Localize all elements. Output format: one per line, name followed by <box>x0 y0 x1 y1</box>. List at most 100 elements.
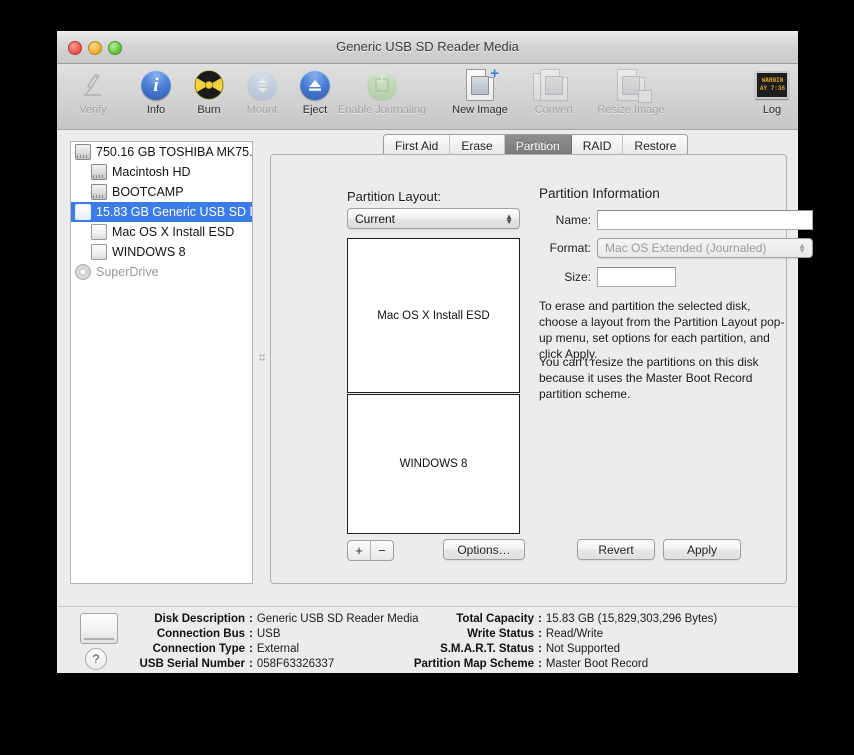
chevron-updown-icon: ▲ ▼ <box>505 211 513 226</box>
window-titlebar: Generic USB SD Reader Media <box>57 31 798 64</box>
tab-restore[interactable]: Restore <box>623 135 688 156</box>
disk-info-column-right: Total Capacity : 15.83 GB (15,829,303,29… <box>403 611 717 671</box>
partition-layout-selected-value: Current <box>355 211 396 226</box>
partition-map-block-label: Mac OS X Install ESD <box>377 309 490 322</box>
help-button[interactable]: ? <box>85 648 107 670</box>
partition-map-block-1[interactable]: Mac OS X Install ESD <box>347 238 520 393</box>
apply-button[interactable]: Apply <box>663 539 741 560</box>
format-field-label: Format: <box>549 241 591 255</box>
info-key: S.M.A.R.T. Status <box>440 642 534 655</box>
info-row: Connection Type : External <box>117 641 419 656</box>
partition-pane: Partition Layout: Current ▲ ▼ Mac OS X In… <box>270 154 813 584</box>
toolbar-button-enable-journaling[interactable]: Enable Journaling <box>322 68 442 116</box>
sidebar-item-generic-usb-sd-reader[interactable]: 15.83 GB Generic USB SD R <box>71 202 252 222</box>
info-row: S.M.A.R.T. Status : Not Supported <box>403 641 717 656</box>
tab-erase[interactable]: Erase <box>450 135 505 156</box>
disk-list-sidebar[interactable]: 750.16 GB TOSHIBA MK75.. Macintosh HD BO… <box>70 141 253 584</box>
sidebar-item-label: Macintosh HD <box>112 165 191 179</box>
toolbar-label-convert: Convert <box>534 104 574 116</box>
format-selected-value: Mac OS Extended (Journaled) <box>605 241 767 255</box>
info-key: Total Capacity <box>456 612 534 625</box>
size-input[interactable] <box>597 267 676 287</box>
optical-disc-icon <box>75 264 91 280</box>
toolbar-button-verify[interactable]: Verify <box>61 68 125 116</box>
size-field-label: Size: <box>564 270 591 284</box>
info-colon: : <box>249 627 253 640</box>
toolbar-label-log: Log <box>762 104 782 116</box>
volume-icon <box>75 204 91 220</box>
name-input[interactable] <box>597 210 813 230</box>
splitter-grip-icon[interactable] <box>259 354 265 361</box>
sidebar-item-label: Mac OS X Install ESD <box>112 225 235 239</box>
tab-raid[interactable]: RAID <box>571 135 624 156</box>
partition-information-title: Partition Information <box>539 186 660 201</box>
toolbar-button-resize-image[interactable]: Resize Image <box>581 68 681 116</box>
info-row: Connection Bus : USB <box>117 626 419 641</box>
log-icon-line-2: AY 7:36 <box>759 85 786 92</box>
toolbar: Verify i Info Burn Mount Eject Enable Jo… <box>57 64 798 130</box>
info-row: Disk Description : Generic USB SD Reader… <box>117 611 419 626</box>
volume-icon <box>91 184 107 200</box>
info-row: Partition Map Scheme : Master Boot Recor… <box>403 656 717 671</box>
info-row: USB Serial Number : 058F63326337 <box>117 656 419 671</box>
disk-info-column-left: Disk Description : Generic USB SD Reader… <box>117 611 419 671</box>
sidebar-item-macintosh-hd[interactable]: Macintosh HD <box>71 162 252 182</box>
partition-layout-select[interactable]: Current ▲ ▼ <box>347 208 520 229</box>
sidebar-item-toshiba-disk[interactable]: 750.16 GB TOSHIBA MK75.. <box>71 142 252 162</box>
sidebar-item-windows-8[interactable]: WINDOWS 8 <box>71 242 252 262</box>
tab-first-aid[interactable]: First Aid <box>384 135 451 156</box>
volume-icon <box>91 244 107 260</box>
info-value: Master Boot Record <box>545 657 649 670</box>
partition-map-block-2[interactable]: WINDOWS 8 <box>347 394 520 534</box>
remove-partition-button[interactable]: − <box>371 541 393 560</box>
info-colon: : <box>249 612 253 625</box>
partition-help-paragraph-1: To erase and partition the selected disk… <box>539 299 785 361</box>
info-key: Connection Bus <box>156 627 245 640</box>
resize-image-icon <box>581 68 681 103</box>
partition-layout-title: Partition Layout: <box>347 189 441 204</box>
sidebar-splitter[interactable] <box>256 141 269 582</box>
journaling-icon <box>322 68 442 102</box>
info-key: Partition Map Scheme <box>413 657 534 670</box>
info-colon: : <box>249 657 253 670</box>
info-colon: : <box>538 642 542 655</box>
info-value: USB <box>256 627 281 640</box>
sidebar-item-label: WINDOWS 8 <box>112 245 186 259</box>
toolbar-label-resize-image: Resize Image <box>597 104 665 116</box>
sidebar-item-superdrive[interactable]: SuperDrive <box>71 262 252 282</box>
toolbar-label-new-image: New Image <box>452 104 508 116</box>
info-row: Total Capacity : 15.83 GB (15,829,303,29… <box>403 611 717 626</box>
add-partition-button[interactable]: + <box>348 541 371 560</box>
microscope-icon <box>61 68 125 102</box>
info-colon: : <box>538 657 542 670</box>
info-colon: : <box>249 642 253 655</box>
format-select[interactable]: Mac OS Extended (Journaled) ▲ ▼ <box>597 238 813 258</box>
info-row: Write Status : Read/Write <box>403 626 717 641</box>
toolbar-label-enable-journaling: Enable Journaling <box>337 104 427 116</box>
partition-help-paragraph-2: You can’t resize the partitions on this … <box>539 355 759 401</box>
info-value: Generic USB SD Reader Media <box>256 612 419 625</box>
sidebar-item-label: 15.83 GB Generic USB SD R <box>96 205 252 219</box>
disk-utility-window: Generic USB SD Reader Media Verify i Inf… <box>57 31 813 673</box>
info-value: 15.83 GB (15,829,303,296 Bytes) <box>545 612 718 625</box>
convert-icon <box>519 68 589 102</box>
sidebar-item-mac-os-x-install-esd[interactable]: Mac OS X Install ESD <box>71 222 252 242</box>
sidebar-item-bootcamp[interactable]: BOOTCAMP <box>71 182 252 202</box>
info-key: USB Serial Number <box>139 657 245 670</box>
toolbar-label-verify: Verify <box>79 104 107 116</box>
revert-button[interactable]: Revert <box>577 539 655 560</box>
options-button[interactable]: Options… <box>443 539 525 560</box>
sidebar-item-label: SuperDrive <box>96 265 159 279</box>
new-image-icon: + <box>441 66 519 102</box>
info-value: External <box>256 642 300 655</box>
hard-disk-icon <box>75 144 91 160</box>
info-key: Connection Type <box>152 642 245 655</box>
toolbar-button-convert[interactable]: Convert <box>519 68 589 116</box>
log-icon-line-1: WARNIN <box>761 77 784 84</box>
tab-partition[interactable]: Partition <box>504 135 572 156</box>
disk-info-panel: ? Disk Description : Generic USB SD Read… <box>57 606 798 673</box>
info-value: Not Supported <box>545 642 621 655</box>
toolbar-button-new-image[interactable]: + New Image <box>441 66 519 116</box>
info-value: Read/Write <box>545 627 604 640</box>
toolbar-button-log[interactable]: WARNIN AY 7:36 Log <box>740 68 804 116</box>
